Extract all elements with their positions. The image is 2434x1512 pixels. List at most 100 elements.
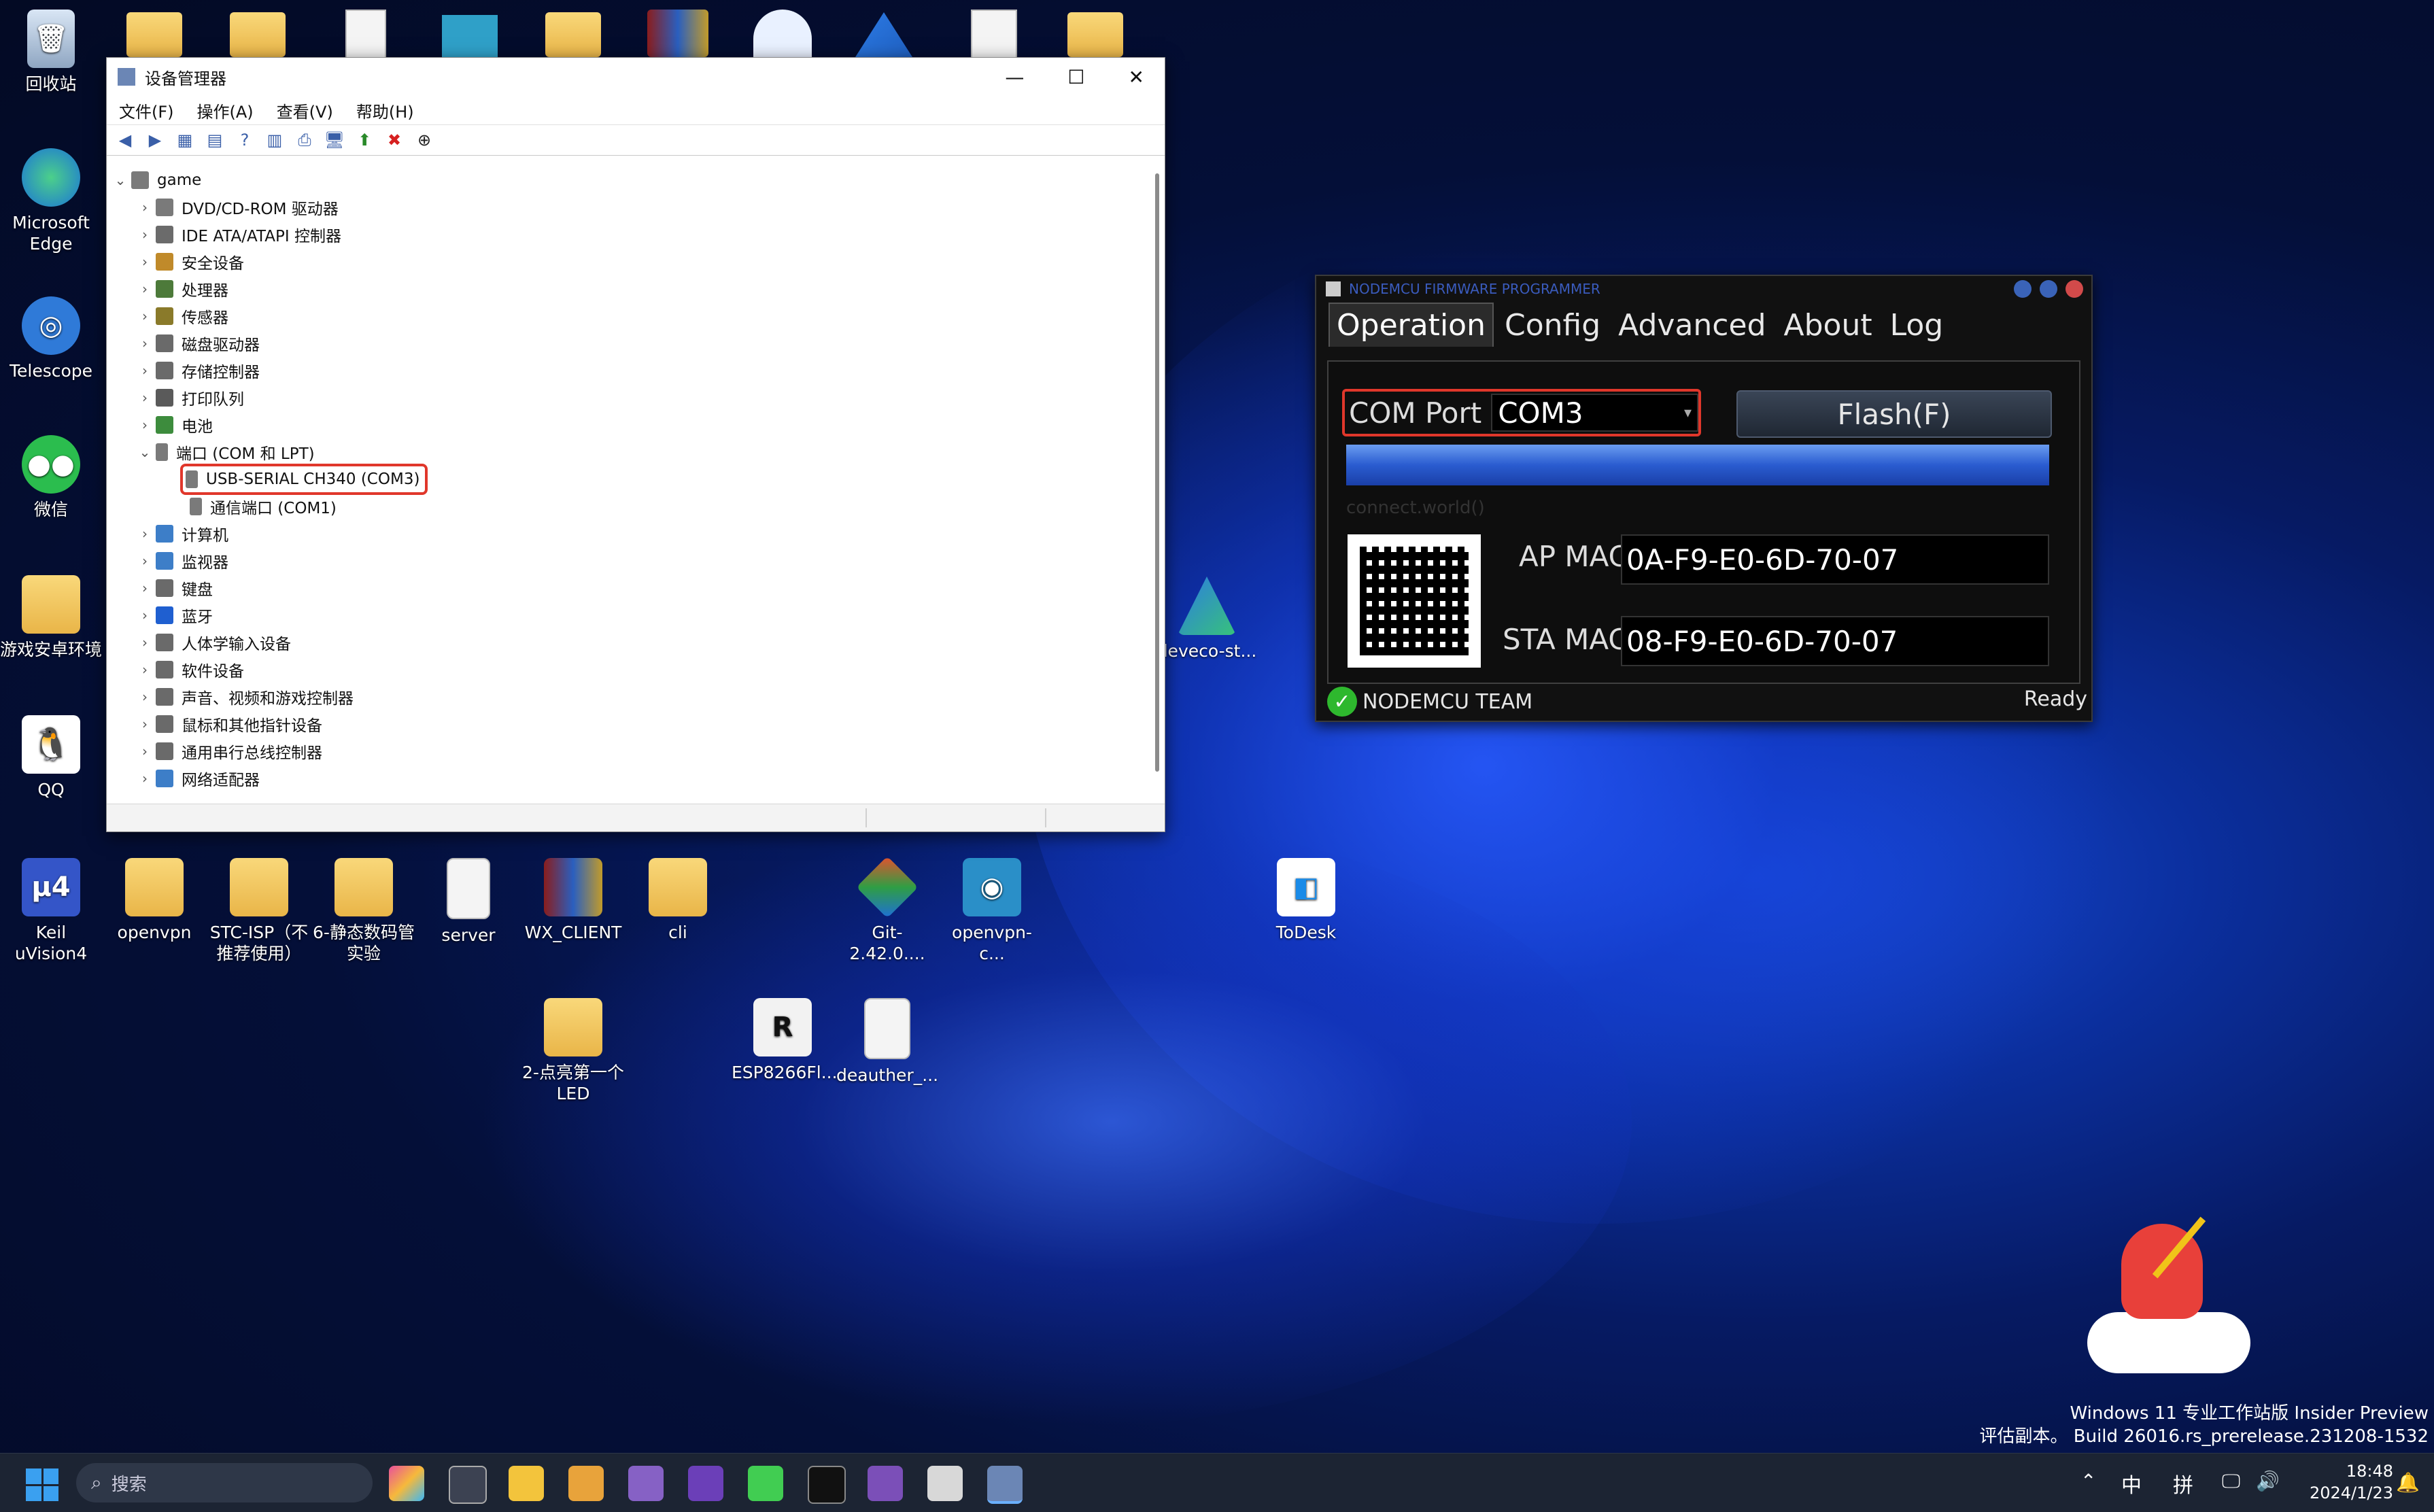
tab-advanced[interactable]: Advanced <box>1611 304 1772 347</box>
tab-operation[interactable]: Operation <box>1329 303 1494 347</box>
visual-studio-icon-2[interactable] <box>688 1466 723 1501</box>
tab-log[interactable]: Log <box>1883 304 1951 347</box>
terminal-icon[interactable] <box>808 1466 846 1504</box>
forward-icon[interactable]: ▶ <box>143 128 167 152</box>
start-button[interactable] <box>26 1468 58 1501</box>
chevron-right-icon[interactable]: › <box>134 417 156 433</box>
menu-view[interactable]: 查看(V) <box>277 99 333 122</box>
desktop-icon-led-folder[interactable]: 2-点亮第一个LED <box>522 998 624 1105</box>
uninstall-icon[interactable]: ✖ <box>383 128 406 152</box>
desktop-icon-telescope[interactable]: ◎ Telescope <box>0 296 102 381</box>
chevron-right-icon[interactable]: › <box>134 662 156 678</box>
chevron-right-icon[interactable]: › <box>134 553 156 569</box>
tree-item[interactable]: › 打印队列 <box>109 384 1148 411</box>
chevron-right-icon[interactable]: › <box>134 390 156 406</box>
network-icon[interactable]: 🖵 <box>2222 1470 2240 1493</box>
com-port-select[interactable]: COM3 ▾ <box>1491 394 1698 432</box>
chevron-right-icon[interactable]: › <box>134 634 156 651</box>
tree-item[interactable]: › 磁盘驱动器 <box>109 330 1148 357</box>
tree-item[interactable]: › IDE ATA/ATAPI 控制器 <box>109 221 1148 248</box>
screen-icon[interactable] <box>442 15 498 57</box>
chevron-right-icon[interactable]: › <box>134 607 156 623</box>
chevron-right-icon[interactable]: › <box>134 281 156 297</box>
copilot-icon[interactable] <box>389 1466 424 1501</box>
minimize-icon[interactable]: — <box>1005 66 1024 88</box>
tree-item[interactable]: › 声音、视频和游戏控制器 <box>109 683 1148 710</box>
nodemcu-window[interactable]: NODEMCU FIRMWARE PROGRAMMER Operation Co… <box>1315 275 2093 722</box>
chevron-right-icon[interactable]: › <box>134 770 156 787</box>
maximize-icon[interactable]: ☐ <box>1067 66 1084 88</box>
flash-button[interactable]: Flash(F) <box>1736 390 2052 438</box>
ime-language[interactable]: 中 <box>2121 1468 2142 1498</box>
chevron-up-icon[interactable]: ⌃ <box>2080 1470 2096 1492</box>
qt-creator-icon[interactable] <box>748 1466 783 1501</box>
desktop-icon-qq[interactable]: 🐧 QQ <box>0 715 102 800</box>
help-icon[interactable]: ? <box>233 128 256 152</box>
tree-item-com1[interactable]: 通信端口 (COM1) <box>109 493 1148 520</box>
chevron-right-icon[interactable]: › <box>134 254 156 270</box>
desktop-icon-git[interactable]: Git-2.42.0.... <box>836 856 938 965</box>
tree-item[interactable]: › 键盘 <box>109 574 1148 602</box>
properties-icon[interactable]: ▤ <box>203 128 226 152</box>
chevron-right-icon[interactable]: › <box>134 526 156 542</box>
chevron-right-icon[interactable]: › <box>134 335 156 351</box>
flasher-taskbar-icon[interactable] <box>927 1466 963 1501</box>
desktop-icon-stc-isp[interactable]: STC-ISP（不推荐使用） <box>208 858 310 965</box>
close-icon[interactable]: ✕ <box>1129 66 1144 88</box>
maximize-icon[interactable] <box>2040 280 2057 298</box>
desktop-icon-openvpn-connect[interactable]: ◉ openvpn-c... <box>941 858 1043 965</box>
desktop-icon-esp8266-flasher[interactable]: R ESP8266Fl... <box>732 998 838 1083</box>
chevron-right-icon[interactable]: › <box>134 199 156 216</box>
visual-studio-preview-icon[interactable] <box>868 1466 903 1501</box>
clock[interactable]: 18:48 2024/1/23 <box>2298 1460 2393 1504</box>
view-icon[interactable]: ▥ <box>263 128 286 152</box>
desktop-icon-keil[interactable]: μ4 Keil uVision4 <box>0 858 102 965</box>
android-studio-icon[interactable] <box>753 10 812 57</box>
chevron-right-icon[interactable]: › <box>134 743 156 759</box>
folder-icon[interactable] <box>230 12 286 57</box>
tree-item[interactable]: › 网络适配器 <box>109 765 1148 792</box>
file-explorer-icon[interactable] <box>509 1466 544 1501</box>
folder-icon[interactable] <box>1067 12 1123 57</box>
chevron-right-icon[interactable]: › <box>134 689 156 705</box>
desktop-icon-cli[interactable]: cli <box>627 858 729 943</box>
task-view-icon[interactable] <box>449 1466 487 1504</box>
device-manager-window[interactable]: 设备管理器 — ☐ ✕ 文件(F) 操作(A) 查看(V) 帮助(H) ◀ ▶ … <box>106 57 1165 832</box>
back-icon[interactable]: ◀ <box>114 128 137 152</box>
desktop-icon-server[interactable]: server <box>417 858 519 946</box>
desktop-icon-deveco[interactable]: deveco-st... <box>1156 577 1258 662</box>
tab-about[interactable]: About <box>1777 304 1879 347</box>
tree-item[interactable]: › 鼠标和其他指针设备 <box>109 710 1148 738</box>
tree-item-ch340[interactable]: USB-SERIAL CH340 (COM3) <box>109 464 1148 495</box>
tree-item[interactable]: › 存储控制器 <box>109 357 1148 384</box>
tree-item[interactable]: › 人体学输入设备 <box>109 629 1148 656</box>
add-driver-icon[interactable]: ⬆ <box>353 128 376 152</box>
close-icon[interactable] <box>2066 280 2083 298</box>
chevron-down-icon[interactable]: ⌄ <box>109 172 131 188</box>
tree-item[interactable]: › 电池 <box>109 411 1148 439</box>
desktop-icon-segment-display[interactable]: 6-静态数码管实验 <box>313 858 415 965</box>
desktop-icon-todesk[interactable]: ◧ ToDesk <box>1255 858 1357 943</box>
print-icon[interactable]: ⎙ <box>293 128 316 152</box>
show-hide-tree-icon[interactable]: ▦ <box>173 128 196 152</box>
volume-icon[interactable]: 🔊 <box>2256 1470 2280 1492</box>
chevron-right-icon[interactable]: › <box>134 580 156 596</box>
minimize-icon[interactable] <box>2014 280 2032 298</box>
taskbar-search[interactable]: ⌕ 搜索 <box>76 1463 373 1502</box>
chevron-right-icon[interactable]: › <box>134 716 156 732</box>
tree-item[interactable]: › 通用串行总线控制器 <box>109 738 1148 765</box>
menu-action[interactable]: 操作(A) <box>197 99 254 122</box>
visual-studio-icon[interactable] <box>628 1466 664 1501</box>
desktop-icon-recycle-bin[interactable]: 🗑 回收站 <box>0 10 102 94</box>
tree-item-ports[interactable]: ⌄ 端口 (COM 和 LPT) <box>109 439 1148 466</box>
tab-config[interactable]: Config <box>1498 304 1607 347</box>
document-icon[interactable] <box>971 10 1017 60</box>
titlebar[interactable]: 设备管理器 — ☐ ✕ <box>107 58 1165 96</box>
deveco-icon[interactable] <box>855 12 912 57</box>
desktop-icon-wx-client[interactable]: WX_CLIENT <box>522 858 624 943</box>
chevron-right-icon[interactable]: › <box>134 226 156 243</box>
desktop-icon-openvpn[interactable]: openvpn <box>103 858 205 943</box>
update-driver-icon[interactable]: ⊕ <box>413 128 436 152</box>
menu-file[interactable]: 文件(F) <box>119 99 174 122</box>
document-icon[interactable] <box>345 10 386 60</box>
